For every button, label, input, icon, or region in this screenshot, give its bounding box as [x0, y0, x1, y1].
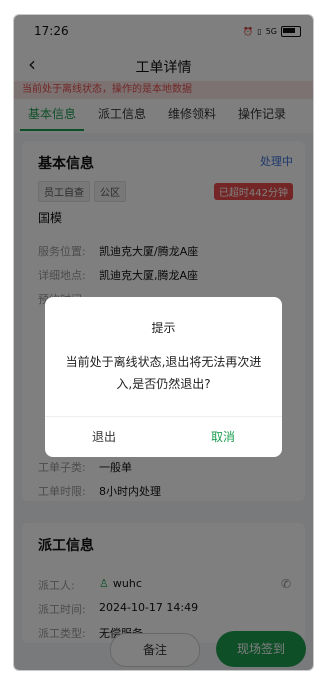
exit-button[interactable]: 退出	[45, 417, 163, 457]
confirm-dialog: 提示 当前处于离线状态,退出将无法再次进入,是否仍然退出? 退出 取消	[45, 297, 282, 457]
dialog-message: 当前处于离线状态,退出将无法再次进入,是否仍然退出?	[65, 355, 262, 391]
dialog-title: 提示	[151, 321, 176, 335]
cancel-button[interactable]: 取消	[164, 417, 282, 457]
dialog-actions: 退出 取消	[45, 416, 282, 457]
phone-frame: 17:26 ⏰ ▯ 5G ‹ 工单详情 当前处于离线状态，操作的是本地数据 基本…	[13, 14, 314, 671]
